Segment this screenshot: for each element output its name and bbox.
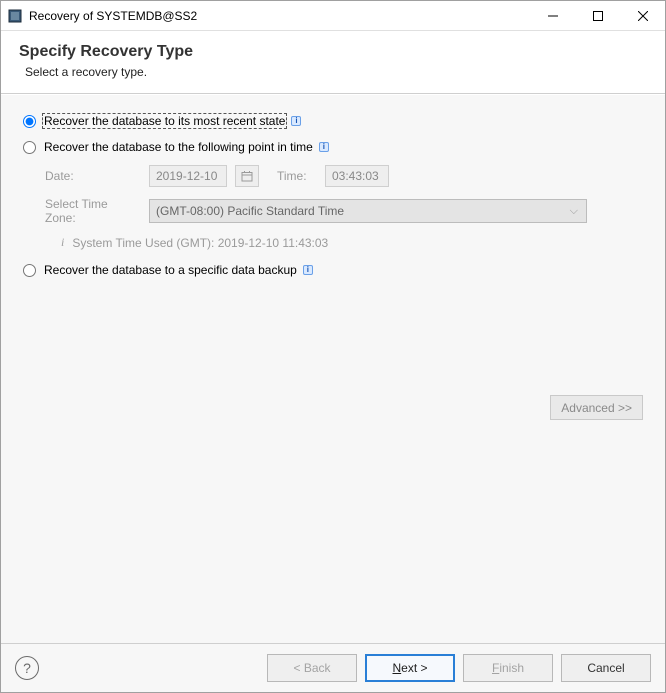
page-title: Specify Recovery Type xyxy=(19,43,647,61)
timezone-select[interactable]: (GMT-08:00) Pacific Standard Time xyxy=(149,199,587,223)
wizard-header: Specify Recovery Type Select a recovery … xyxy=(1,31,665,94)
timezone-label: Select Time Zone: xyxy=(45,197,141,225)
info-icon[interactable]: i xyxy=(303,265,313,275)
window-title: Recovery of SYSTEMDB@SS2 xyxy=(29,9,530,23)
titlebar[interactable]: Recovery of SYSTEMDB@SS2 xyxy=(1,1,665,31)
info-icon: i xyxy=(61,235,64,250)
option-point-in-time[interactable]: Recover the database to the following po… xyxy=(23,139,643,155)
wizard-footer: ? < Back Next > Finish Cancel xyxy=(1,643,665,692)
option-recent-state-radio[interactable] xyxy=(23,115,36,128)
cancel-button[interactable]: Cancel xyxy=(561,654,651,682)
time-label: Time: xyxy=(277,169,317,183)
help-button[interactable]: ? xyxy=(15,656,39,680)
option-specific-backup-radio[interactable] xyxy=(23,264,36,277)
point-in-time-form: Date: 2019-12-10 Time: 03:43:03 Select T… xyxy=(45,165,643,250)
option-recent-state[interactable]: Recover the database to its most recent … xyxy=(23,113,643,129)
page-subtitle: Select a recovery type. xyxy=(19,65,647,79)
option-specific-backup-label: Recover the database to a specific data … xyxy=(42,262,299,278)
advanced-button[interactable]: Advanced >> xyxy=(550,395,643,420)
dialog-window: Recovery of SYSTEMDB@SS2 Specify Recover… xyxy=(0,0,666,693)
close-button[interactable] xyxy=(620,1,665,30)
option-recent-state-label: Recover the database to its most recent … xyxy=(42,113,287,129)
app-icon xyxy=(7,8,23,24)
info-icon[interactable]: i xyxy=(291,116,301,126)
option-specific-backup[interactable]: Recover the database to a specific data … xyxy=(23,262,643,278)
info-icon[interactable]: i xyxy=(319,142,329,152)
option-point-in-time-label: Recover the database to the following po… xyxy=(42,139,315,155)
system-time-row: i System Time Used (GMT): 2019-12-10 11:… xyxy=(61,235,643,250)
wizard-content: Recover the database to its most recent … xyxy=(1,94,665,643)
calendar-icon[interactable] xyxy=(235,165,259,187)
system-time-text: System Time Used (GMT): 2019-12-10 11:43… xyxy=(72,236,328,250)
minimize-button[interactable] xyxy=(530,1,575,30)
finish-button[interactable]: Finish xyxy=(463,654,553,682)
back-button[interactable]: < Back xyxy=(267,654,357,682)
window-controls xyxy=(530,1,665,30)
next-button[interactable]: Next > xyxy=(365,654,455,682)
date-field[interactable]: 2019-12-10 xyxy=(149,165,227,187)
date-time-row: Date: 2019-12-10 Time: 03:43:03 xyxy=(45,165,643,187)
date-label: Date: xyxy=(45,169,141,183)
timezone-row: Select Time Zone: (GMT-08:00) Pacific St… xyxy=(45,197,643,225)
time-field[interactable]: 03:43:03 xyxy=(325,165,389,187)
maximize-button[interactable] xyxy=(575,1,620,30)
option-point-in-time-radio[interactable] xyxy=(23,141,36,154)
